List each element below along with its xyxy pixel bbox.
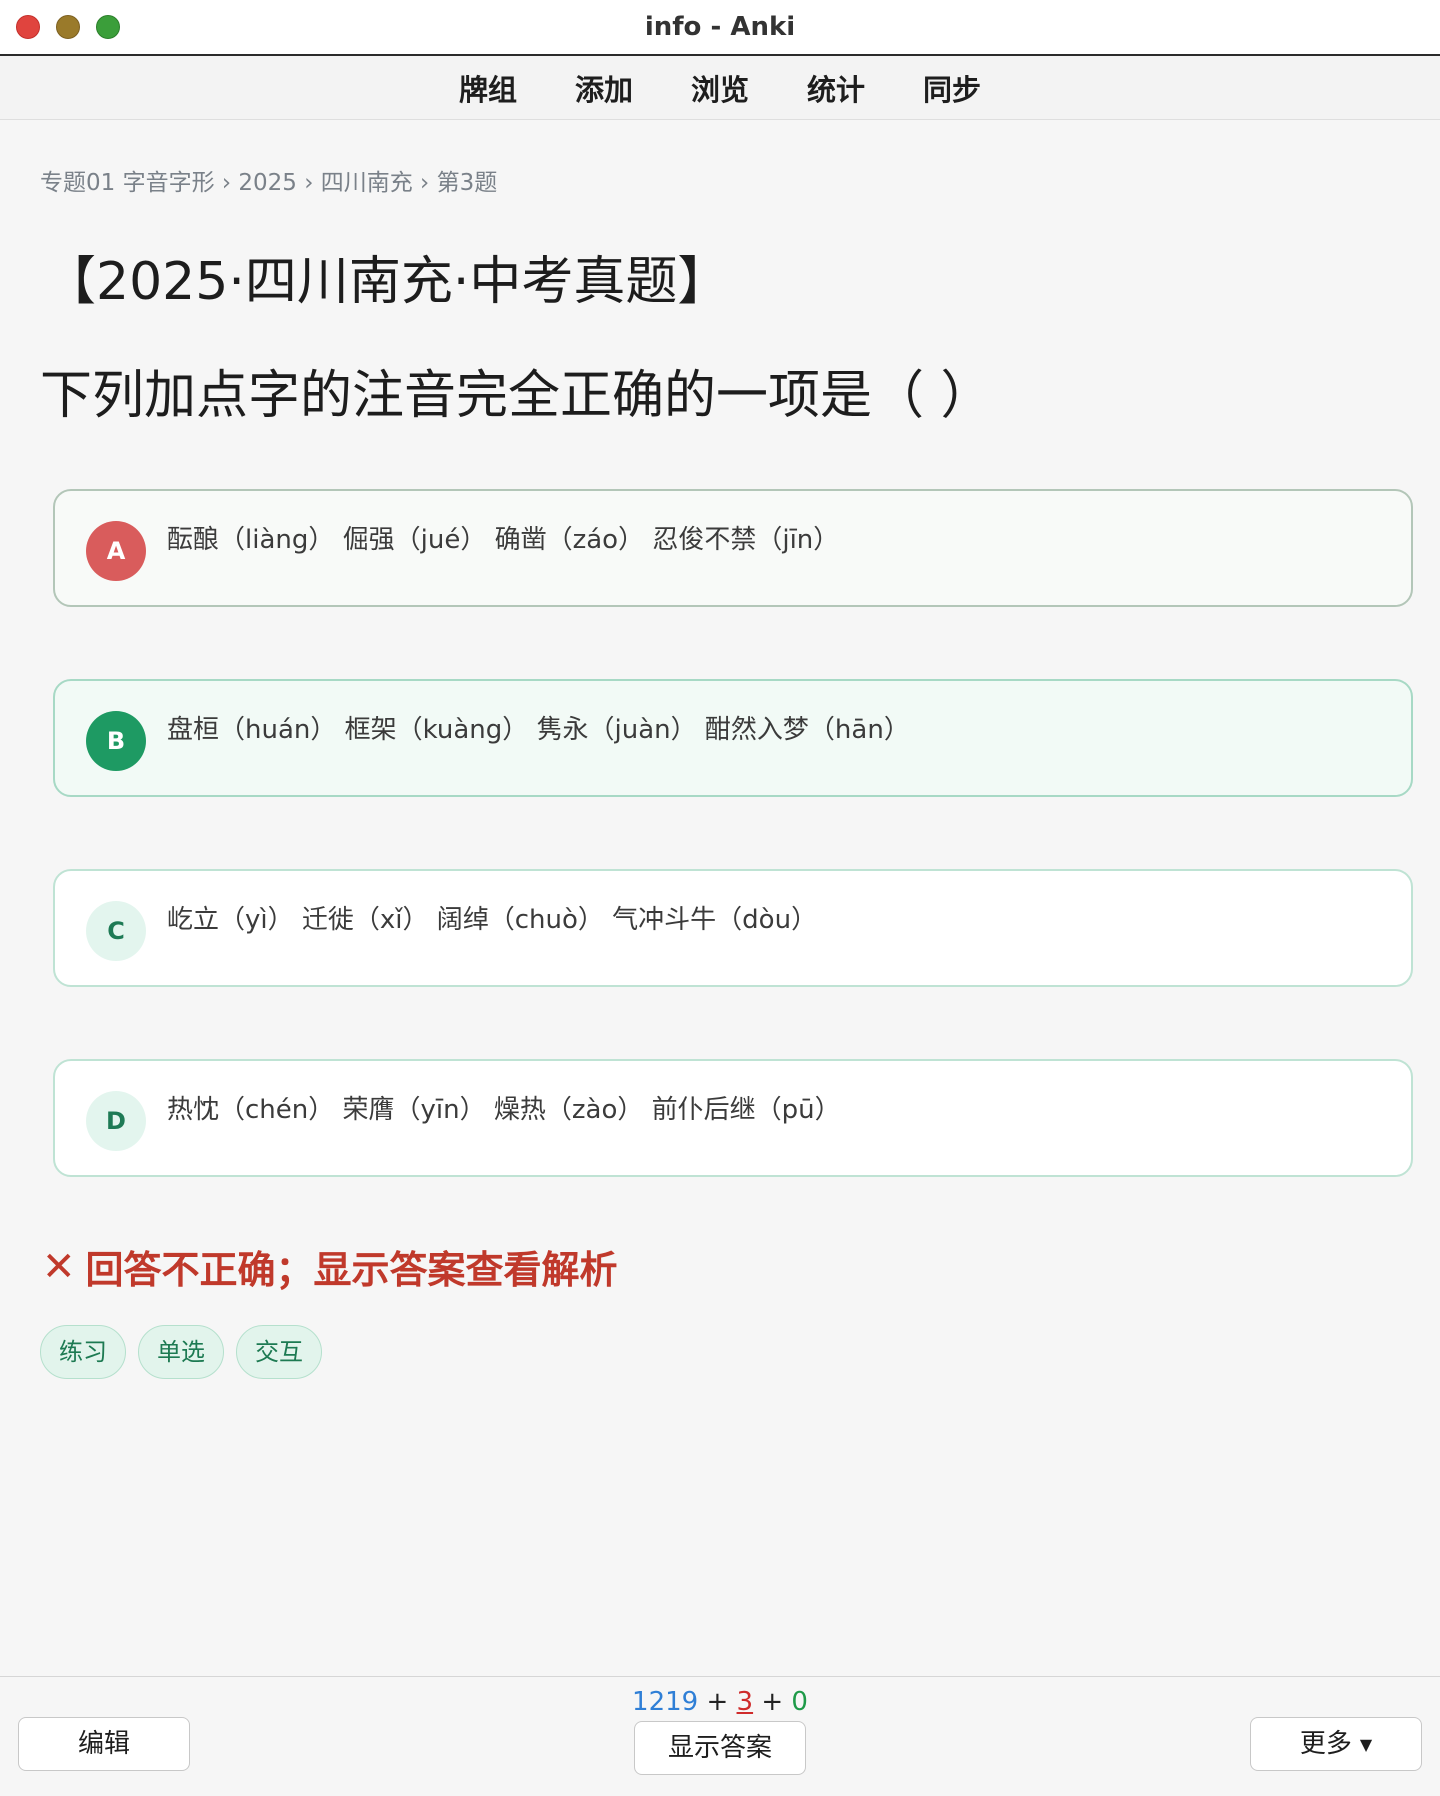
close-icon: ✕ [42,1243,76,1290]
count-separator: + [706,1687,729,1717]
option-c[interactable]: C 屹立（yì） 迁徙（xǐ） 阔绰（chuò） 气冲斗牛（dòu） [53,869,1413,987]
option-text: 屹立（yì） 迁徙（xǐ） 阔绰（chuò） 气冲斗牛（dòu） [167,905,818,935]
anki-window: info - Anki 牌组 添加 浏览 统计 同步 专题01 字音字形 › 2… [0,0,1440,1796]
learn-count: 3 [736,1687,754,1717]
toolbar-add[interactable]: 添加 [575,67,633,109]
toolbar-browse[interactable]: 浏览 [691,67,749,109]
feedback-text: 回答不正确；显示答案查看解析 [85,1248,618,1292]
option-d[interactable]: D 热忱（chén） 荣膺（yīn） 燥热（zào） 前仆后继（pū） [53,1059,1413,1177]
option-a[interactable]: A 酝酿（liàng） 倔强（jué） 确凿（záo） 忍俊不禁（jīn） [53,489,1413,607]
new-count: 1219 [632,1687,699,1717]
option-text: 酝酿（liàng） 倔强（jué） 确凿（záo） 忍俊不禁（jīn） [167,525,840,555]
tag-interactive[interactable]: 交互 [236,1325,322,1379]
option-letter-badge: B [86,711,146,771]
tag-single-choice[interactable]: 单选 [138,1325,224,1379]
count-separator: + [761,1687,784,1717]
edit-button[interactable]: 编辑 [18,1717,190,1771]
window-title: info - Anki [644,12,796,42]
tag-list: 练习 单选 交互 [40,1325,322,1379]
tag-practice[interactable]: 练习 [40,1325,126,1379]
answer-feedback: ✕ 回答不正确；显示答案查看解析 [42,1239,618,1294]
option-letter-badge: D [86,1091,146,1151]
more-button[interactable]: 更多 ▼ [1250,1717,1422,1771]
review-count: 0 [791,1687,808,1717]
bottom-bar: 1219 + 3 + 0 编辑 显示答案 更多 ▼ [0,1676,1440,1796]
chevron-down-icon: ▼ [1359,1734,1373,1754]
breadcrumb: 专题01 字音字形 › 2025 › 四川南充 › 第3题 [40,170,498,196]
due-counts: 1219 + 3 + 0 [0,1687,1440,1717]
main-toolbar: 牌组 添加 浏览 统计 同步 [0,56,1440,120]
question-text: 下列加点字的注音完全正确的一项是（ ） [40,366,993,426]
title-bar: info - Anki [0,0,1440,56]
toolbar-stats[interactable]: 统计 [807,67,865,109]
option-letter-badge: A [86,521,146,581]
option-text: 热忱（chén） 荣膺（yīn） 燥热（zào） 前仆后继（pū） [167,1095,841,1125]
show-answer-button[interactable]: 显示答案 [634,1721,806,1775]
toolbar-decks[interactable]: 牌组 [459,67,517,109]
card-content: 专题01 字音字形 › 2025 › 四川南充 › 第3题 【2025·四川南充… [0,121,1440,1676]
card-heading: 【2025·四川南充·中考真题】 [44,252,730,312]
option-text: 盘桓（huán） 框架（kuàng） 隽永（juàn） 酣然入梦（hān） [167,715,910,745]
option-letter-badge: C [86,901,146,961]
toolbar-sync[interactable]: 同步 [923,67,981,109]
option-b[interactable]: B 盘桓（huán） 框架（kuàng） 隽永（juàn） 酣然入梦（hān） [53,679,1413,797]
more-label: 更多 [1299,1729,1352,1759]
